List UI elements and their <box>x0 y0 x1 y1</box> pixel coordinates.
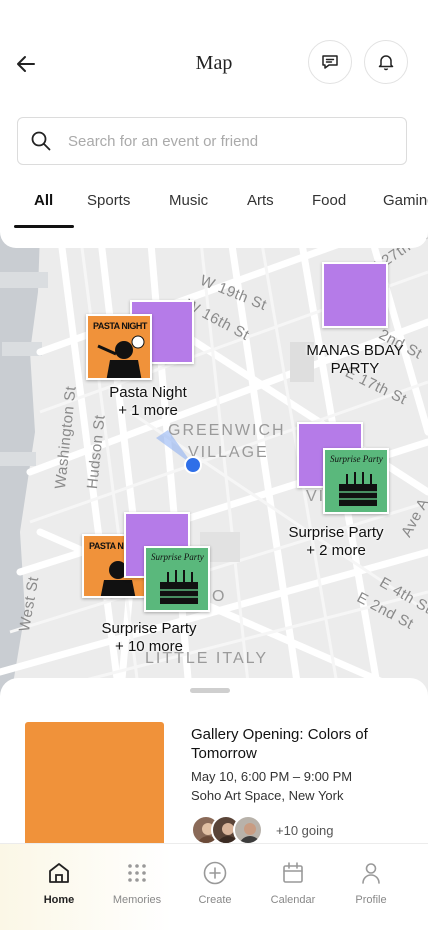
drag-handle[interactable] <box>190 688 230 693</box>
event-thumbnail: PASTA NIGHT <box>86 314 152 380</box>
pin-title: Surprise Party <box>101 620 197 637</box>
search-bar[interactable] <box>17 117 407 165</box>
pin-subtitle: PARTY <box>330 360 380 377</box>
nav-label: Memories <box>112 894 162 906</box>
nav-label: Home <box>43 894 75 906</box>
bottom-navigation: Home Memories Create Calendar Profile <box>0 843 428 930</box>
tabs-panel-bottom <box>0 232 428 248</box>
pin-title: MANAS BDAY <box>306 342 404 359</box>
event-thumbnail: Surprise Party <box>323 448 389 514</box>
pin-title: Pasta Night <box>109 384 187 401</box>
current-location-icon <box>156 430 202 474</box>
pin-label: Surprise Party + 10 more <box>92 620 206 656</box>
event-time: May 10, 6:00 PM – 9:00 PM <box>191 769 353 784</box>
event-pin-surprise-party-cluster[interactable]: PASTA NI Surprise Party <box>82 512 222 622</box>
event-thumbnail <box>322 262 388 328</box>
bell-icon <box>378 55 394 71</box>
avatar <box>233 815 263 845</box>
cake-icon <box>160 570 198 604</box>
person-icon <box>362 863 380 884</box>
nav-label: Create <box>198 894 232 906</box>
tab-sports[interactable]: Sports <box>87 192 130 209</box>
event-pin-surprise-party-right[interactable]: Surprise Party <box>297 422 397 522</box>
chef-illustration-icon <box>97 335 145 378</box>
active-tab-indicator <box>14 225 74 228</box>
notifications-button[interactable] <box>364 40 408 84</box>
cake-icon <box>339 472 377 506</box>
attendee-avatars[interactable] <box>191 815 271 845</box>
calendar-icon <box>283 862 303 883</box>
plus-circle-icon <box>203 861 227 885</box>
event-thumbnail: Surprise Party <box>144 546 210 612</box>
nav-home[interactable]: Home <box>19 858 99 906</box>
nav-label: Profile <box>355 894 387 906</box>
pin-label: Surprise Party + 2 more <box>280 524 392 560</box>
going-count: +10 going <box>276 823 334 838</box>
tab-arts[interactable]: Arts <box>247 192 274 209</box>
category-tabs: All Sports Music Arts Food Gaming <box>0 180 428 230</box>
grid-icon <box>128 864 146 882</box>
nav-calendar[interactable]: Calendar <box>253 858 333 906</box>
pin-label: MANAS BDAY PARTY <box>300 342 410 378</box>
tab-music[interactable]: Music <box>169 192 208 209</box>
home-icon <box>49 863 69 883</box>
tab-food[interactable]: Food <box>312 192 346 209</box>
event-pin-manas-bday[interactable] <box>322 262 390 330</box>
nav-memories[interactable]: Memories <box>97 858 177 906</box>
header: Map <box>0 0 428 112</box>
pin-subtitle: + 2 more <box>306 542 366 559</box>
event-image[interactable] <box>25 722 164 847</box>
pin-subtitle: + 10 more <box>115 638 183 655</box>
nav-label: Calendar <box>270 894 316 906</box>
chat-icon <box>322 55 338 69</box>
search-input[interactable] <box>68 132 388 150</box>
event-location: Soho Art Space, New York <box>191 788 344 803</box>
pin-label: Pasta Night + 1 more <box>92 384 204 420</box>
event-title[interactable]: Gallery Opening: Colors of Tomorrow <box>191 725 411 763</box>
messages-button[interactable] <box>308 40 352 84</box>
nav-create[interactable]: Create <box>175 858 255 906</box>
pin-subtitle: + 1 more <box>118 402 178 419</box>
search-icon <box>31 131 51 151</box>
pin-title: Surprise Party <box>288 524 384 541</box>
tab-gaming[interactable]: Gaming <box>383 192 428 209</box>
map-view[interactable]: W 19th St W 16th St E 27th St 2nd St E 1… <box>0 232 428 702</box>
nav-profile[interactable]: Profile <box>331 858 411 906</box>
tab-all[interactable]: All <box>34 192 53 209</box>
